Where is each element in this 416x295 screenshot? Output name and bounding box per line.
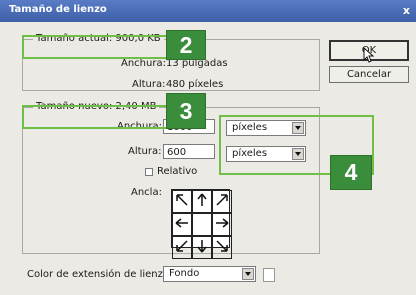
cancel-label: Cancelar xyxy=(346,69,392,80)
current-height-value: 480 píxeles xyxy=(166,79,224,90)
callout-box-current-size xyxy=(22,35,169,59)
cancel-button[interactable]: Cancelar xyxy=(329,66,409,83)
relative-checkbox[interactable] xyxy=(145,168,153,176)
window-title: Tamaño de lienzo xyxy=(9,4,107,15)
extension-color-swatch[interactable] xyxy=(263,268,275,282)
anchor-top-left[interactable] xyxy=(172,190,192,213)
arrow-down-left-icon xyxy=(176,240,188,252)
anchor-bottom[interactable] xyxy=(192,236,212,259)
anchor-bottom-left[interactable] xyxy=(172,236,192,259)
relative-label: Relativo xyxy=(157,166,198,177)
extension-color-label: Color de extensión de lienzo: xyxy=(27,269,173,280)
canvas-size-dialog: Tamaño actual: 900,0 KB Anchura: 13 pulg… xyxy=(0,22,416,295)
anchor-label: Ancla: xyxy=(131,187,162,198)
callout-badge-3: 3 xyxy=(166,93,206,129)
callout-box-new-size xyxy=(22,105,169,129)
new-height-input[interactable]: 600 xyxy=(163,144,215,159)
anchor-top[interactable] xyxy=(192,190,212,213)
arrow-up-left-icon xyxy=(176,194,188,206)
current-height-label: Altura: xyxy=(132,79,166,90)
arrow-down-right-icon xyxy=(216,240,228,252)
anchor-right[interactable] xyxy=(212,213,232,236)
callout-badge-2: 2 xyxy=(166,30,206,60)
arrow-left-icon xyxy=(175,218,188,228)
arrow-up-icon xyxy=(197,193,207,206)
chevron-down-icon[interactable] xyxy=(242,268,254,280)
anchor-left[interactable] xyxy=(172,213,192,236)
arrow-up-right-icon xyxy=(216,194,228,206)
arrow-right-icon xyxy=(216,218,229,228)
extension-color-value: Fondo xyxy=(169,268,200,279)
anchor-top-right[interactable] xyxy=(212,190,232,213)
callout-badge-4: 4 xyxy=(330,155,372,190)
anchor-bottom-right[interactable] xyxy=(212,236,232,259)
anchor-center[interactable] xyxy=(192,213,212,236)
title-bar: Tamaño de lienzo x xyxy=(0,0,416,22)
new-height-label: Altura: xyxy=(128,146,162,157)
cursor-icon xyxy=(363,47,375,63)
anchor-grid[interactable] xyxy=(171,189,232,259)
arrow-down-icon xyxy=(197,240,207,253)
extension-color-select[interactable]: Fondo xyxy=(163,266,256,282)
close-icon[interactable]: x xyxy=(403,4,410,17)
current-width-label: Anchura: xyxy=(121,58,166,69)
